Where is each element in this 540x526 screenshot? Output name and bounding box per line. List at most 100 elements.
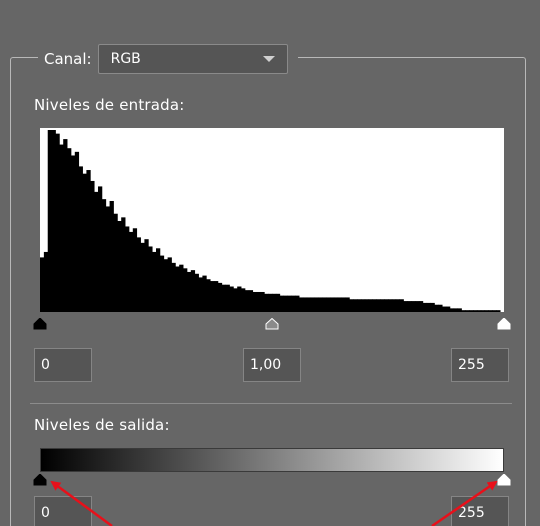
histogram-bar <box>105 206 110 312</box>
histogram-bar <box>101 199 107 312</box>
histogram-bar <box>121 217 126 312</box>
histogram-bar <box>333 297 339 312</box>
channel-label: Canal: <box>44 50 92 68</box>
histogram-bar <box>418 301 424 312</box>
histogram-bar <box>449 308 455 312</box>
output-black-point-handle[interactable] <box>33 474 47 486</box>
histogram-bar <box>67 148 72 312</box>
histogram-bar <box>90 180 95 312</box>
histogram-bar <box>434 304 439 312</box>
histogram-bar <box>469 310 474 312</box>
histogram-bar <box>357 299 362 312</box>
output-levels-label: Niveles de salida: <box>34 416 170 434</box>
input-gamma-handle[interactable] <box>265 318 279 330</box>
histogram-bar <box>260 291 265 312</box>
histogram-bar <box>337 297 342 312</box>
histogram-bar <box>136 237 141 312</box>
histogram-bar <box>465 310 470 312</box>
histogram-bar <box>283 295 288 312</box>
histogram-bar <box>55 133 60 312</box>
histogram-bar <box>349 299 354 312</box>
histogram-bar <box>395 299 400 312</box>
histogram-bar <box>190 270 196 312</box>
histogram <box>40 128 504 312</box>
histogram-bar <box>430 302 435 312</box>
histogram-bar <box>268 293 273 312</box>
histogram-bar <box>214 281 219 312</box>
histogram-bar <box>480 310 486 312</box>
histogram-bar <box>252 291 257 312</box>
output-white-field[interactable] <box>451 496 509 526</box>
histogram-bar <box>237 286 242 312</box>
histogram-bar <box>422 302 428 312</box>
histogram-bar <box>453 308 458 312</box>
histogram-bar <box>407 301 412 312</box>
histogram-bar <box>78 166 83 312</box>
histogram-bar <box>194 273 199 312</box>
histogram-bar <box>113 213 118 312</box>
histogram-bar <box>291 295 296 312</box>
histogram-bar <box>318 297 323 312</box>
histogram-bar <box>403 301 408 312</box>
histogram-bar <box>163 259 168 312</box>
histogram-bar <box>330 297 335 312</box>
output-white-point-handle[interactable] <box>497 474 511 486</box>
histogram-bar <box>364 299 370 312</box>
histogram-bar <box>345 297 350 312</box>
histogram-bar <box>225 284 230 312</box>
histogram-bar <box>140 242 145 312</box>
channel-legend: Canal: RGB <box>38 43 298 75</box>
histogram-bar <box>310 297 315 312</box>
histogram-bar <box>152 251 157 312</box>
histogram-bar <box>241 288 246 312</box>
histogram-bar <box>159 255 165 312</box>
histogram-bar <box>70 155 76 312</box>
histogram-bar <box>368 299 373 312</box>
histogram-bar <box>86 170 91 312</box>
histogram-bar <box>438 304 443 312</box>
histogram-bar <box>272 293 277 312</box>
histogram-bar <box>391 299 397 312</box>
histogram-bar <box>198 277 203 312</box>
histogram-bar <box>186 271 192 312</box>
histogram-bar <box>217 282 223 312</box>
histogram-bar <box>484 310 489 312</box>
histogram-bar <box>179 264 184 312</box>
histogram-bar <box>353 299 358 312</box>
histogram-bar <box>326 297 331 312</box>
histogram-bar <box>74 151 80 312</box>
histogram-bar <box>275 293 281 312</box>
input-black-field[interactable] <box>34 348 92 382</box>
channel-select[interactable]: RGB <box>97 44 288 74</box>
input-black-point-handle[interactable] <box>33 318 47 330</box>
histogram-bar <box>360 299 366 312</box>
histogram-bar <box>229 286 234 312</box>
histogram-bar <box>47 130 52 312</box>
input-white-field[interactable] <box>451 348 509 382</box>
input-gamma-field[interactable] <box>243 348 301 382</box>
histogram-bar <box>171 262 176 312</box>
histogram-bar <box>221 284 226 312</box>
histogram-bar <box>183 268 188 312</box>
histogram-bar <box>287 295 292 312</box>
histogram-bar <box>210 281 215 312</box>
input-white-point-handle[interactable] <box>497 318 511 330</box>
histogram-bar <box>248 290 254 312</box>
output-black-field[interactable] <box>34 496 92 526</box>
histogram-bar <box>244 290 250 312</box>
histogram-bar <box>295 295 300 312</box>
histogram-bar <box>125 226 130 312</box>
histogram-bar <box>167 257 172 312</box>
histogram-bar <box>175 266 180 312</box>
histogram-bar <box>43 251 49 312</box>
histogram-bar <box>299 297 304 312</box>
histogram-bar <box>156 248 161 312</box>
histogram-bar <box>148 246 153 312</box>
output-levels-slider[interactable] <box>33 474 511 490</box>
histogram-bar <box>322 297 327 312</box>
histogram-bar <box>40 257 45 312</box>
input-levels-slider[interactable] <box>33 318 511 334</box>
histogram-bar <box>492 310 497 312</box>
histogram-bar <box>302 297 308 312</box>
histogram-bar <box>457 308 462 312</box>
